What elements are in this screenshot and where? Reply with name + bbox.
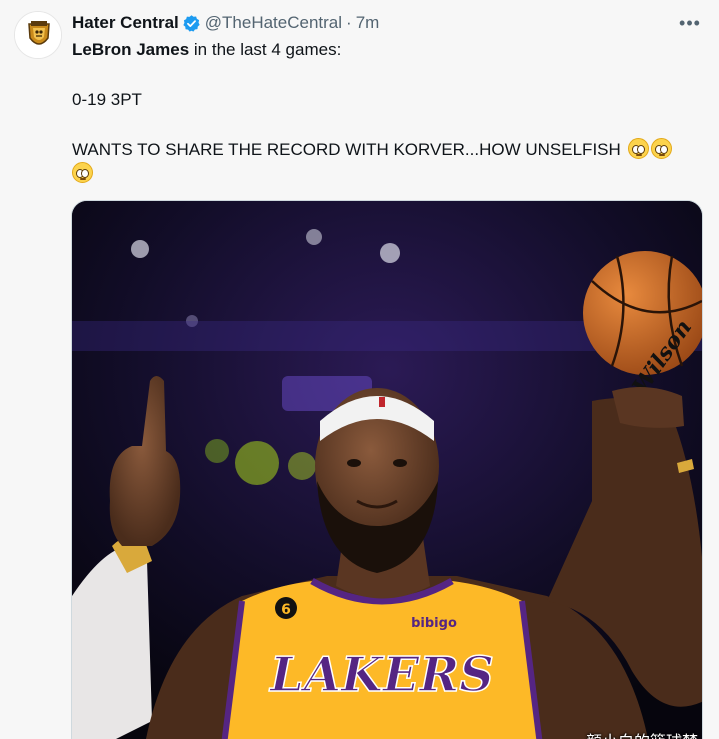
more-horizontal-icon[interactable]: ••• (676, 12, 704, 34)
tweet-line-1-rest: in the last 4 games: (189, 40, 342, 59)
verified-badge-icon (182, 14, 201, 33)
pleading-face-emoji-icon (72, 162, 93, 183)
handle[interactable]: @TheHateCentral (205, 13, 342, 33)
tweet-media-photo[interactable]: LAKERS 6 bibigo Wilson (71, 200, 703, 739)
tweet-line-1: LeBron James in the last 4 games: (72, 38, 702, 62)
jersey-text: LAKERS (268, 647, 494, 703)
tweet: Hater Central @TheHateCentral · 7m ••• L… (0, 0, 719, 739)
timestamp[interactable]: 7m (356, 13, 380, 33)
hater-central-logo (15, 12, 61, 58)
tweet-header: Hater Central @TheHateCentral · 7m (72, 12, 379, 34)
tweet-text: LeBron James in the last 4 games: 0-19 3… (72, 38, 702, 186)
tweet-line-3: WANTS TO SHARE THE RECORD WITH KORVER...… (72, 138, 702, 162)
avatar[interactable] (14, 11, 62, 59)
watermark: 颜小白的篮球梦 (586, 728, 698, 739)
tweet-line-2: 0-19 3PT (72, 90, 142, 109)
pleading-face-emoji-icon (627, 138, 649, 159)
lebron-photo: LAKERS 6 bibigo Wilson (72, 201, 702, 739)
tweet-line-3-text: WANTS TO SHARE THE RECORD WITH KORVER...… (72, 140, 621, 159)
separator: · (346, 13, 352, 32)
pleading-face-emoji-icon (650, 138, 672, 159)
jersey-number-badge: 6 (281, 602, 291, 618)
display-name[interactable]: Hater Central (72, 13, 179, 33)
tweet-line-4 (72, 162, 702, 186)
jersey-sponsor: bibigo (411, 616, 457, 631)
mentioned-name[interactable]: LeBron James (72, 40, 189, 59)
